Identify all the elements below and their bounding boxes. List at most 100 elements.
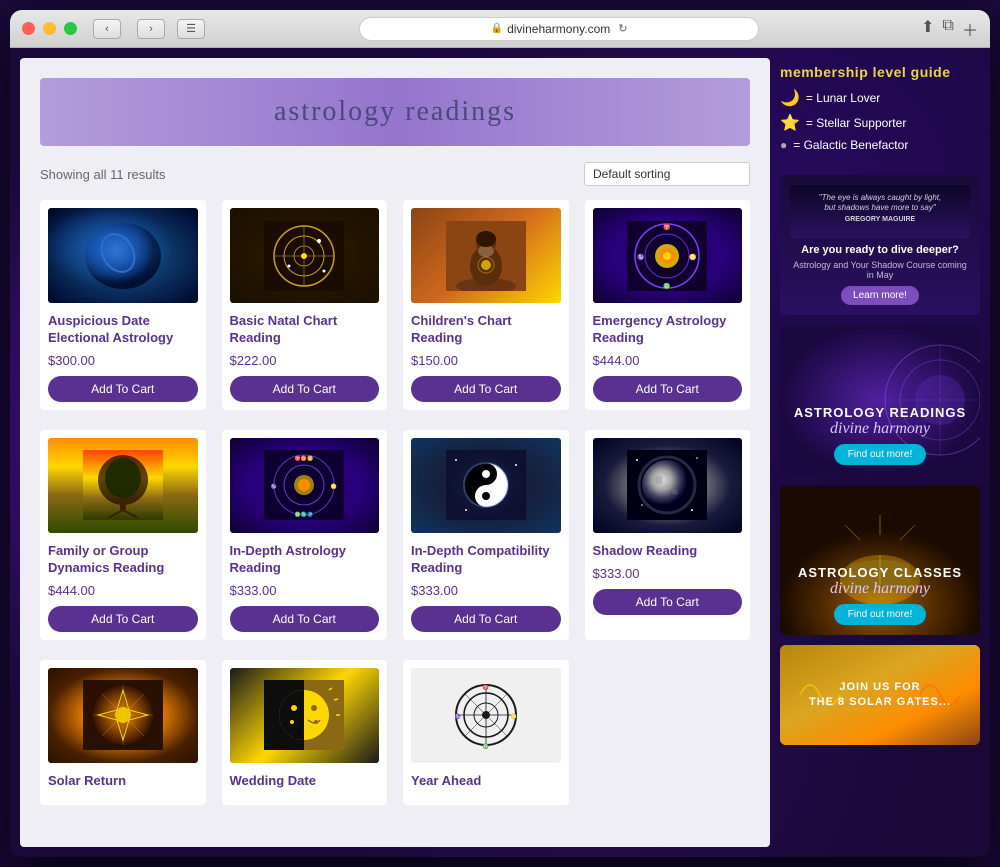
dive-subtitle: Astrology and Your Shadow Course coming … [790,260,970,280]
svg-text:♑: ♑ [455,713,461,720]
product-image-meditation[interactable] [411,208,561,303]
product-name: Shadow Reading [593,543,743,560]
product-card: Family or Group Dynamics Reading $444.00… [40,430,206,640]
membership-item-galactic: ● = Galactic Benefactor [780,138,980,152]
product-name: In-Depth Compatibility Reading [411,543,561,577]
product-grid-row3: Solar Return [40,660,750,806]
product-price: $150.00 [411,353,561,368]
yin-svg [446,450,526,520]
plus-icon[interactable]: ＋ [962,17,978,41]
product-price: $444.00 [593,353,743,368]
product-image-starburst[interactable] [48,668,198,763]
svg-text:♈♉♊: ♈♉♊ [295,455,314,462]
product-image-galaxy[interactable] [48,208,198,303]
dive-banner-container: "The eye is always caught by light,but s… [780,175,980,315]
readings-banner: ASTROLOGY READINGS divine harmony Find o… [780,325,980,475]
starburst-svg [83,680,163,750]
product-price: $333.00 [411,583,561,598]
product-name: Family or Group Dynamics Reading [48,543,198,577]
tree-svg [83,450,163,520]
svg-text:♑: ♑ [271,483,277,490]
add-to-cart-button[interactable]: Add To Cart [48,606,198,632]
classes-banner: ASTROLOGY CLASSES divine harmony Find ou… [780,485,980,635]
url-text: divineharmony.com [507,22,610,36]
product-image-zodiac2[interactable]: ♈♉♊ ♋ ♎♏♐ ♑ [230,438,380,533]
product-name: Auspicious Date Electional Astrology [48,313,198,347]
close-button[interactable] [22,22,35,35]
lock-icon: 🔒 [491,23,503,34]
sunmoon-svg [264,680,344,750]
svg-text:♋: ♋ [331,483,337,490]
svg-text:♎♏♐: ♎♏♐ [295,511,314,518]
classes-banner-container: ASTROLOGY CLASSES divine harmony Find ou… [780,485,980,635]
page-title: astrology readings [58,96,732,128]
galactic-icon: ● [780,138,787,152]
product-name: Children's Chart Reading [411,313,561,347]
add-to-cart-button[interactable]: Add To Cart [593,589,743,615]
dive-learn-more-button[interactable]: Learn more! [841,286,919,305]
readings-banner-container: ASTROLOGY READINGS divine harmony Find o… [780,325,980,475]
product-card: Basic Natal Chart Reading $222.00 Add To… [222,200,388,410]
minimize-button[interactable] [43,22,56,35]
add-to-cart-button[interactable]: Add To Cart [411,376,561,402]
back-button[interactable]: ‹ [93,19,121,39]
classes-banner-subtitle: divine harmony [830,580,930,598]
add-to-cart-button[interactable]: Add To Cart [593,376,743,402]
add-to-cart-button[interactable]: Add To Cart [411,606,561,632]
results-bar: Showing all 11 results Default sorting S… [40,162,750,186]
membership-guide: membership level guide 🌙 = Lunar Lover ⭐… [780,58,980,163]
product-name: Year Ahead [411,773,561,790]
dive-deeper-banner: "The eye is always caught by light,but s… [780,175,980,315]
product-image-tree[interactable] [48,438,198,533]
forward-button[interactable]: › [137,19,165,39]
svg-text:♈: ♈ [664,223,672,231]
readings-find-out-button[interactable]: Find out more! [834,444,926,465]
product-card: Auspicious Date Electional Astrology $30… [40,200,206,410]
solar-text: JOIN US FORTHE 8 SOLAR GATES... [809,680,951,711]
product-image-astrocirc[interactable]: ♈ ♋ ♎ ♑ [411,668,561,763]
sort-select[interactable]: Default sorting Sort by popularity Sort … [584,162,750,186]
svg-text:♎: ♎ [664,282,672,290]
lunar-icon: 🌙 [780,88,800,108]
svg-text:♋: ♋ [511,713,517,720]
dive-banner-image: "The eye is always caught by light,but s… [790,185,970,238]
dive-quote: "The eye is always caught by light,but s… [794,189,966,228]
zodiac-svg: ♈ ♋ ♎ ♑ [627,221,707,291]
title-bar-actions: ⬆ ⧉ ＋ [921,17,978,41]
moon-svg [627,450,707,520]
product-card: ♈ ♋ ♎ ♑ Emergency Astrology Reading $444… [585,200,751,410]
membership-item-lunar: 🌙 = Lunar Lover [780,88,980,108]
maximize-button[interactable] [64,22,77,35]
page-content: astrology readings Showing all 11 result… [10,48,990,857]
product-image-moon[interactable] [593,438,743,533]
add-to-cart-button[interactable]: Add To Cart [48,376,198,402]
share-icon[interactable]: ⬆ [921,17,934,41]
stellar-text: = Stellar Supporter [806,116,906,130]
product-image-yin[interactable] [411,438,561,533]
zodiac2-svg: ♈♉♊ ♋ ♎♏♐ ♑ [264,450,344,520]
product-price: $444.00 [48,583,198,598]
product-image-zodiac[interactable]: ♈ ♋ ♎ ♑ [593,208,743,303]
astrocirc-svg: ♈ ♋ ♎ ♑ [446,680,526,750]
solar-gates-banner: JOIN US FORTHE 8 SOLAR GATES... [780,645,980,745]
product-name: Emergency Astrology Reading [593,313,743,347]
reload-button[interactable]: ↻ [618,22,627,35]
add-to-cart-button[interactable]: Add To Cart [230,376,380,402]
add-to-cart-button[interactable]: Add To Cart [230,606,380,632]
product-image-starmap[interactable] [230,208,380,303]
classes-find-out-button[interactable]: Find out more! [834,604,926,625]
sidebar-toggle[interactable]: ☰ [177,19,205,39]
main-content: astrology readings Showing all 11 result… [20,58,770,847]
sort-wrapper: Default sorting Sort by popularity Sort … [584,162,750,186]
galaxy-svg [83,221,163,291]
product-card: Solar Return [40,660,206,806]
product-image-sunmoon[interactable] [230,668,380,763]
meditation-svg [446,221,526,291]
product-card: ♈ ♋ ♎ ♑ Year Ahead [403,660,569,806]
product-name: In-Depth Astrology Reading [230,543,380,577]
duplicate-icon[interactable]: ⧉ [943,17,954,41]
address-bar[interactable]: 🔒 divineharmony.com ↻ [359,17,759,41]
title-bar: ‹ › ☰ 🔒 divineharmony.com ↻ ⬆ ⧉ ＋ [10,10,990,48]
svg-text:♋: ♋ [690,253,698,261]
svg-text:♑: ♑ [638,253,646,261]
